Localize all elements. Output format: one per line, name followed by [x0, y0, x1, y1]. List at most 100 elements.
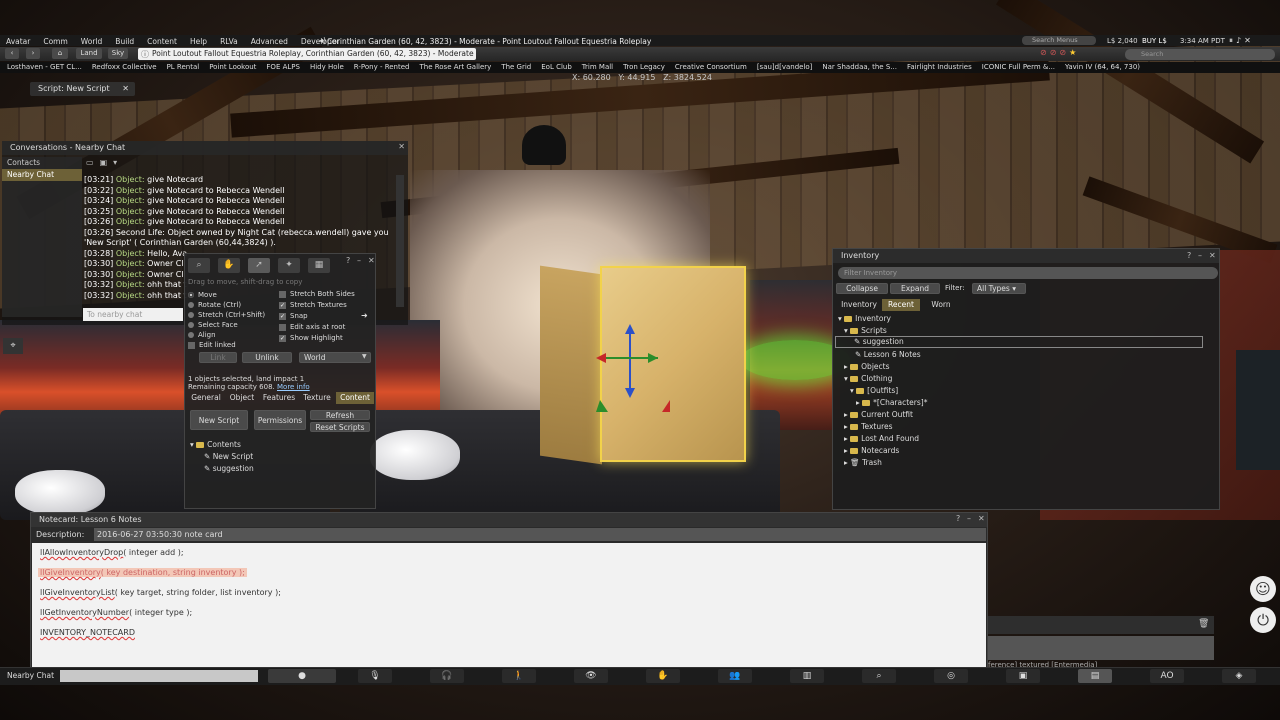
tree-trash[interactable]: ▸ 🗑 Trash: [844, 458, 882, 467]
menu-world[interactable]: World: [81, 37, 103, 46]
tree-lost-and-found[interactable]: ▸ Lost And Found: [844, 434, 919, 443]
inventory-button[interactable]: ▤: [1078, 669, 1112, 683]
favorite-item[interactable]: Creative Consortium: [675, 63, 747, 71]
close-icon[interactable]: ✕: [1209, 251, 1216, 260]
checkbox-show-highlight[interactable]: ✓ Show Highlight: [279, 334, 343, 342]
voice-button[interactable]: 🎧: [430, 669, 464, 683]
link-button[interactable]: Link: [199, 352, 237, 363]
gestures-button[interactable]: ✋: [646, 669, 680, 683]
map-pin-icon[interactable]: ⌖: [3, 338, 23, 354]
tree-characters[interactable]: ▸ *[Characters]*: [856, 398, 927, 407]
tab-general[interactable]: General: [188, 392, 224, 404]
tree-current-outfit[interactable]: ▸ Current Outfit: [844, 410, 913, 419]
favorite-item[interactable]: PL Rental: [167, 63, 200, 71]
close-icon[interactable]: ✕: [122, 82, 129, 96]
create-tool-icon[interactable]: ✦: [278, 258, 300, 273]
favorite-star-icon[interactable]: ★: [1069, 48, 1079, 57]
chat-line[interactable]: 'New Script' ( Corinthian Garden (60,44,…: [84, 238, 404, 249]
favorite-item[interactable]: EoL Club: [541, 63, 572, 71]
power-icon[interactable]: ⏻: [1250, 607, 1276, 633]
type-filter-select[interactable]: All Types ▾: [972, 283, 1026, 294]
checkbox-edit-linked[interactable]: Edit linked: [188, 341, 236, 349]
refresh-button[interactable]: Refresh: [310, 410, 370, 420]
search-button[interactable]: ⌕: [862, 669, 896, 683]
menu-content[interactable]: Content: [147, 37, 177, 46]
sidebar-item-nearby-chat[interactable]: Nearby Chat: [2, 169, 82, 181]
radio-align[interactable]: Align: [188, 331, 216, 339]
bottom-chat-input[interactable]: [60, 670, 258, 682]
avatar-icon[interactable]: ☺: [1250, 576, 1276, 602]
tree-lesson-6-notes[interactable]: ✎ Lesson 6 Notes: [855, 350, 921, 359]
ruler-mode-select[interactable]: World: [299, 352, 371, 363]
chat-bubble-icon[interactable]: ▭: [86, 158, 100, 167]
menu-avatar[interactable]: Avatar: [6, 37, 30, 46]
ao-button[interactable]: AO: [1150, 669, 1184, 683]
radar-button[interactable]: ◎: [934, 669, 968, 683]
settings-icon[interactable]: ▾: [113, 158, 123, 167]
favorite-item[interactable]: Redfoxx Collective: [92, 63, 157, 71]
favorite-item[interactable]: Losthaven - GET CL...: [7, 63, 82, 71]
land-button[interactable]: Land: [76, 48, 102, 59]
nearby-chat-input[interactable]: To nearby chat: [83, 308, 183, 321]
contents-folder[interactable]: ▾ Contents: [190, 440, 241, 449]
favorite-item[interactable]: Yavin IV (64, 64, 730): [1065, 63, 1140, 71]
sidebar-item-contacts[interactable]: Contacts: [2, 157, 82, 169]
minimize-icon[interactable]: –: [1198, 251, 1202, 260]
arrow-right-icon[interactable]: ➜: [361, 311, 368, 320]
radio-select-face[interactable]: Select Face: [188, 321, 238, 329]
tree-objects[interactable]: ▸ Objects: [844, 362, 890, 371]
speaker-icon[interactable]: ◂): [319, 36, 326, 45]
tab-recent[interactable]: Recent: [882, 299, 920, 311]
more-info-link[interactable]: More info: [277, 383, 310, 391]
new-script-button[interactable]: New Script: [190, 410, 248, 430]
favorite-item[interactable]: The Rose Art Gallery: [419, 63, 491, 71]
people-icon[interactable]: ▣: [100, 158, 114, 167]
radio-stretch[interactable]: Stretch (Ctrl+Shift): [188, 311, 265, 319]
contents-item-new-script[interactable]: ✎ New Script: [204, 452, 253, 461]
favorite-item[interactable]: [sau]d[vandelo]: [757, 63, 813, 71]
favorite-item[interactable]: Trim Mall: [582, 63, 613, 71]
chat-button[interactable]: ●: [268, 669, 336, 683]
inventory-filter-input[interactable]: Filter Inventory: [838, 267, 1218, 279]
notecard-editor[interactable]: [32, 543, 986, 667]
script-editor-tab[interactable]: Script: New Script ✕: [30, 82, 135, 96]
buy-ls-button[interactable]: BUY L$: [1142, 37, 1167, 45]
menu-help[interactable]: Help: [190, 37, 207, 46]
move-button[interactable]: 🚶: [502, 669, 536, 683]
expand-button[interactable]: Expand: [890, 283, 940, 294]
tab-worn[interactable]: Worn: [922, 299, 960, 311]
favorite-item[interactable]: R-Pony - Rented: [354, 63, 410, 71]
checkbox-stretch-both[interactable]: Stretch Both Sides: [279, 290, 355, 298]
tab-texture[interactable]: Texture: [300, 392, 334, 404]
favorite-item[interactable]: Hidy Hole: [310, 63, 344, 71]
close-icon[interactable]: ✕: [1244, 36, 1254, 45]
move-gizmo[interactable]: [590, 320, 670, 420]
help-icon[interactable]: ?: [1187, 251, 1191, 260]
tree-scripts[interactable]: ▾ Scripts: [844, 326, 887, 335]
favorite-item[interactable]: Point Lookout: [209, 63, 256, 71]
unlink-button[interactable]: Unlink: [242, 352, 292, 363]
favorite-item[interactable]: Tron Legacy: [623, 63, 665, 71]
focus-tool-icon[interactable]: ⌕: [188, 258, 210, 273]
home-icon[interactable]: ⌂: [52, 48, 68, 59]
menu-advanced[interactable]: Advanced: [251, 37, 288, 46]
tree-clothing[interactable]: ▾ Clothing: [844, 374, 892, 383]
map-button[interactable]: ▥: [790, 669, 824, 683]
minimize-icon[interactable]: –: [357, 256, 361, 265]
region-button[interactable]: ◈: [1222, 669, 1256, 683]
close-icon[interactable]: ✕: [978, 514, 985, 523]
minimize-icon[interactable]: –: [967, 514, 971, 523]
location-input[interactable]: Point Loutout Fallout Equestria Roleplay…: [138, 48, 476, 60]
pause-icon[interactable]: ⏸: [1229, 36, 1236, 45]
close-icon[interactable]: ✕: [368, 256, 375, 265]
menu-build[interactable]: Build: [115, 37, 134, 46]
menu-rlva[interactable]: RLVa: [220, 37, 238, 46]
favorite-item[interactable]: FOE ALPS: [266, 63, 300, 71]
favorite-item[interactable]: Fairlight Industries: [907, 63, 972, 71]
radio-move[interactable]: Move: [188, 291, 217, 299]
permissions-button[interactable]: Permissions: [254, 410, 306, 430]
snapshot-button[interactable]: ▣: [1006, 669, 1040, 683]
edit-tool-icon[interactable]: ➚: [248, 258, 270, 273]
move-tool-icon[interactable]: ✋: [218, 258, 240, 273]
checkbox-stretch-textures[interactable]: ✓ Stretch Textures: [279, 301, 347, 309]
